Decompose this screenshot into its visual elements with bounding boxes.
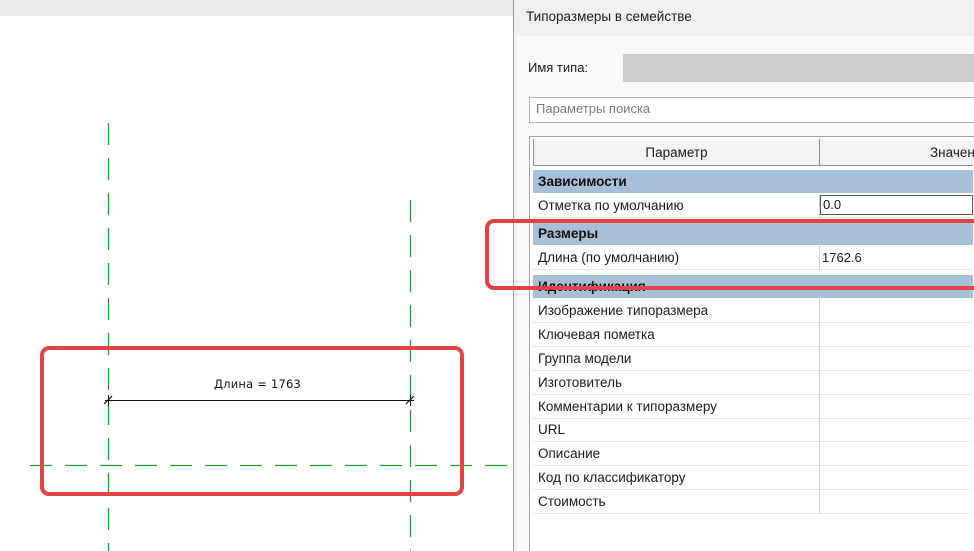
param-name: Группа модели	[538, 351, 632, 366]
param-row-default-elevation[interactable]: Отметка по умолчанию 0.0	[533, 194, 973, 218]
column-divider	[819, 371, 820, 395]
param-row-url[interactable]: URL	[533, 418, 973, 442]
param-name: Комментарии к типоразмеру	[538, 399, 717, 414]
column-divider	[819, 466, 820, 490]
param-row-assembly-code[interactable]: Код по классификатору	[533, 466, 973, 490]
param-row-model-group[interactable]: Группа модели	[533, 347, 973, 371]
highlight-dimension-annotation	[40, 346, 464, 496]
default-elevation-value-input[interactable]: 0.0	[820, 195, 973, 215]
dialog-title: Типоразмеры в семействе	[526, 9, 692, 24]
column-header-value[interactable]: Значен	[820, 139, 974, 165]
group-constraints[interactable]: Зависимости	[533, 170, 973, 193]
param-row-description[interactable]: Описание	[533, 442, 973, 466]
type-name-dropdown[interactable]	[623, 54, 974, 82]
param-row-keynote[interactable]: Ключевая пометка	[533, 323, 973, 347]
column-divider	[819, 490, 820, 514]
column-divider	[819, 323, 820, 347]
search-parameters-input[interactable]: Параметры поиска	[529, 97, 974, 123]
param-name: Ключевая пометка	[538, 327, 655, 342]
highlight-length-parameter	[485, 219, 974, 290]
param-name: Отметка по умолчанию	[538, 198, 684, 213]
column-divider	[819, 299, 820, 323]
param-row-cost[interactable]: Стоимость	[533, 490, 973, 514]
param-row-type-image[interactable]: Изображение типоразмера	[533, 299, 973, 323]
param-row-type-comments[interactable]: Комментарии к типоразмеру	[533, 395, 973, 419]
param-name: Описание	[538, 446, 601, 461]
param-name: Изображение типоразмера	[538, 303, 709, 318]
parameters-grid: Параметр Значен Зависимости Отметка по у…	[529, 136, 974, 551]
param-name: Код по классификатору	[538, 470, 686, 485]
param-name: URL	[538, 422, 566, 437]
param-row-manufacturer[interactable]: Изготовитель	[533, 371, 973, 395]
param-name: Изготовитель	[538, 375, 622, 390]
param-name: Стоимость	[538, 494, 606, 509]
type-name-label: Имя типа:	[528, 60, 589, 75]
column-divider	[819, 347, 820, 371]
column-header-parameter[interactable]: Параметр	[533, 139, 820, 165]
grid-header: Параметр Значен	[533, 139, 974, 166]
column-divider	[819, 442, 820, 466]
column-divider	[819, 418, 820, 442]
column-divider	[819, 395, 820, 419]
